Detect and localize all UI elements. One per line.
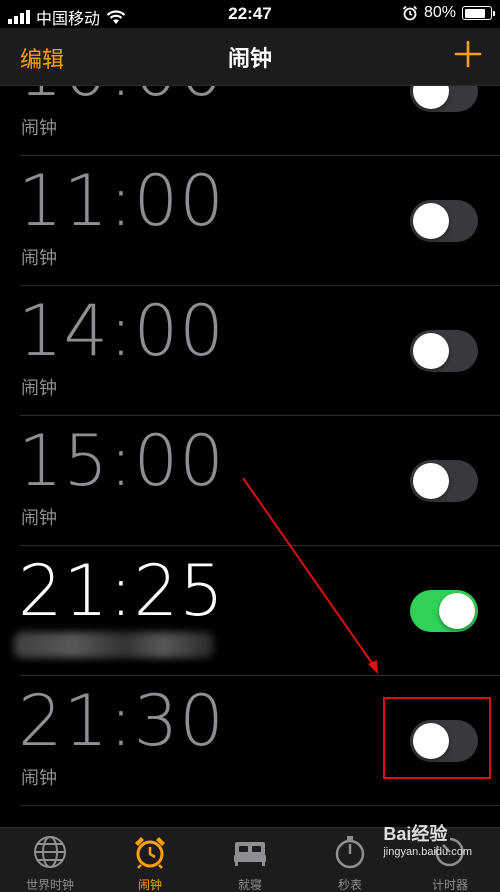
alarm-row[interactable]: 15:00 闹钟 bbox=[0, 416, 500, 546]
toggle-knob bbox=[413, 203, 449, 239]
battery-percent: 80% bbox=[423, 4, 456, 21]
alarm-label: 闹钟 bbox=[21, 248, 57, 268]
tab-label: 世界时钟 bbox=[25, 878, 74, 892]
alarm-toggle[interactable] bbox=[410, 200, 478, 242]
tab-world-clock[interactable]: 世界时钟 bbox=[0, 828, 100, 892]
toggle-knob bbox=[413, 463, 449, 499]
alarm-label: 闹钟 bbox=[21, 768, 57, 788]
tab-label: 闹钟 bbox=[137, 878, 162, 892]
alarm-label: 闹钟 bbox=[21, 118, 57, 138]
alarm-time: 21:25 bbox=[18, 550, 225, 632]
battery-icon bbox=[462, 6, 495, 20]
watermark-brand: Bai经验 bbox=[383, 824, 448, 844]
alarm-label: 闹钟 bbox=[21, 378, 57, 398]
bed-icon bbox=[234, 842, 266, 866]
alarm-row[interactable]: 21:25 bbox=[0, 546, 500, 676]
tab-label: 就寝 bbox=[237, 878, 262, 892]
alarm-row[interactable]: 10:00 闹钟 bbox=[0, 86, 500, 156]
alarm-status-icon bbox=[402, 5, 418, 21]
alarm-clock-icon bbox=[135, 837, 165, 869]
alarm-toggle[interactable] bbox=[410, 460, 478, 502]
alarm-toggle[interactable] bbox=[410, 590, 478, 632]
alarm-toggle[interactable] bbox=[410, 330, 478, 372]
alarm-row[interactable]: 11:00 闹钟 bbox=[0, 156, 500, 286]
status-right: 80% bbox=[402, 4, 495, 22]
stopwatch-icon bbox=[335, 836, 365, 869]
page-title: 闹钟 bbox=[227, 46, 272, 71]
alarm-label: 闹钟 bbox=[21, 508, 57, 528]
toggle-knob bbox=[413, 333, 449, 369]
tab-alarm[interactable]: 闹钟 bbox=[100, 828, 200, 892]
annotation-highlight-box bbox=[383, 697, 491, 779]
globe-icon bbox=[34, 836, 66, 868]
alarm-time: 14:00 bbox=[18, 290, 225, 372]
plus-icon[interactable] bbox=[454, 40, 482, 68]
navigation-bar: 编辑 闹钟 bbox=[0, 28, 500, 86]
alarm-time: 21:30 bbox=[18, 680, 225, 762]
tab-label: 计时器 bbox=[431, 878, 468, 892]
blurred-alarm-label bbox=[14, 632, 214, 658]
alarm-time: 10:00 bbox=[18, 86, 225, 106]
watermark-url: jingyan.baidu.com bbox=[383, 846, 472, 858]
status-bar: 中国移动 22:47 80% bbox=[0, 0, 500, 28]
watermark: Bai经验 jingyan.baidu.com bbox=[383, 820, 472, 858]
alarm-time: 15:00 bbox=[18, 420, 225, 502]
alarm-toggle[interactable] bbox=[410, 86, 478, 112]
alarm-row[interactable]: 14:00 闹钟 bbox=[0, 286, 500, 416]
tab-label: 秒表 bbox=[337, 878, 362, 892]
tab-bedtime[interactable]: 就寝 bbox=[200, 828, 300, 892]
toggle-knob bbox=[439, 593, 475, 629]
alarm-time: 11:00 bbox=[18, 160, 225, 242]
row-separator bbox=[20, 805, 500, 806]
toggle-knob bbox=[413, 86, 449, 109]
